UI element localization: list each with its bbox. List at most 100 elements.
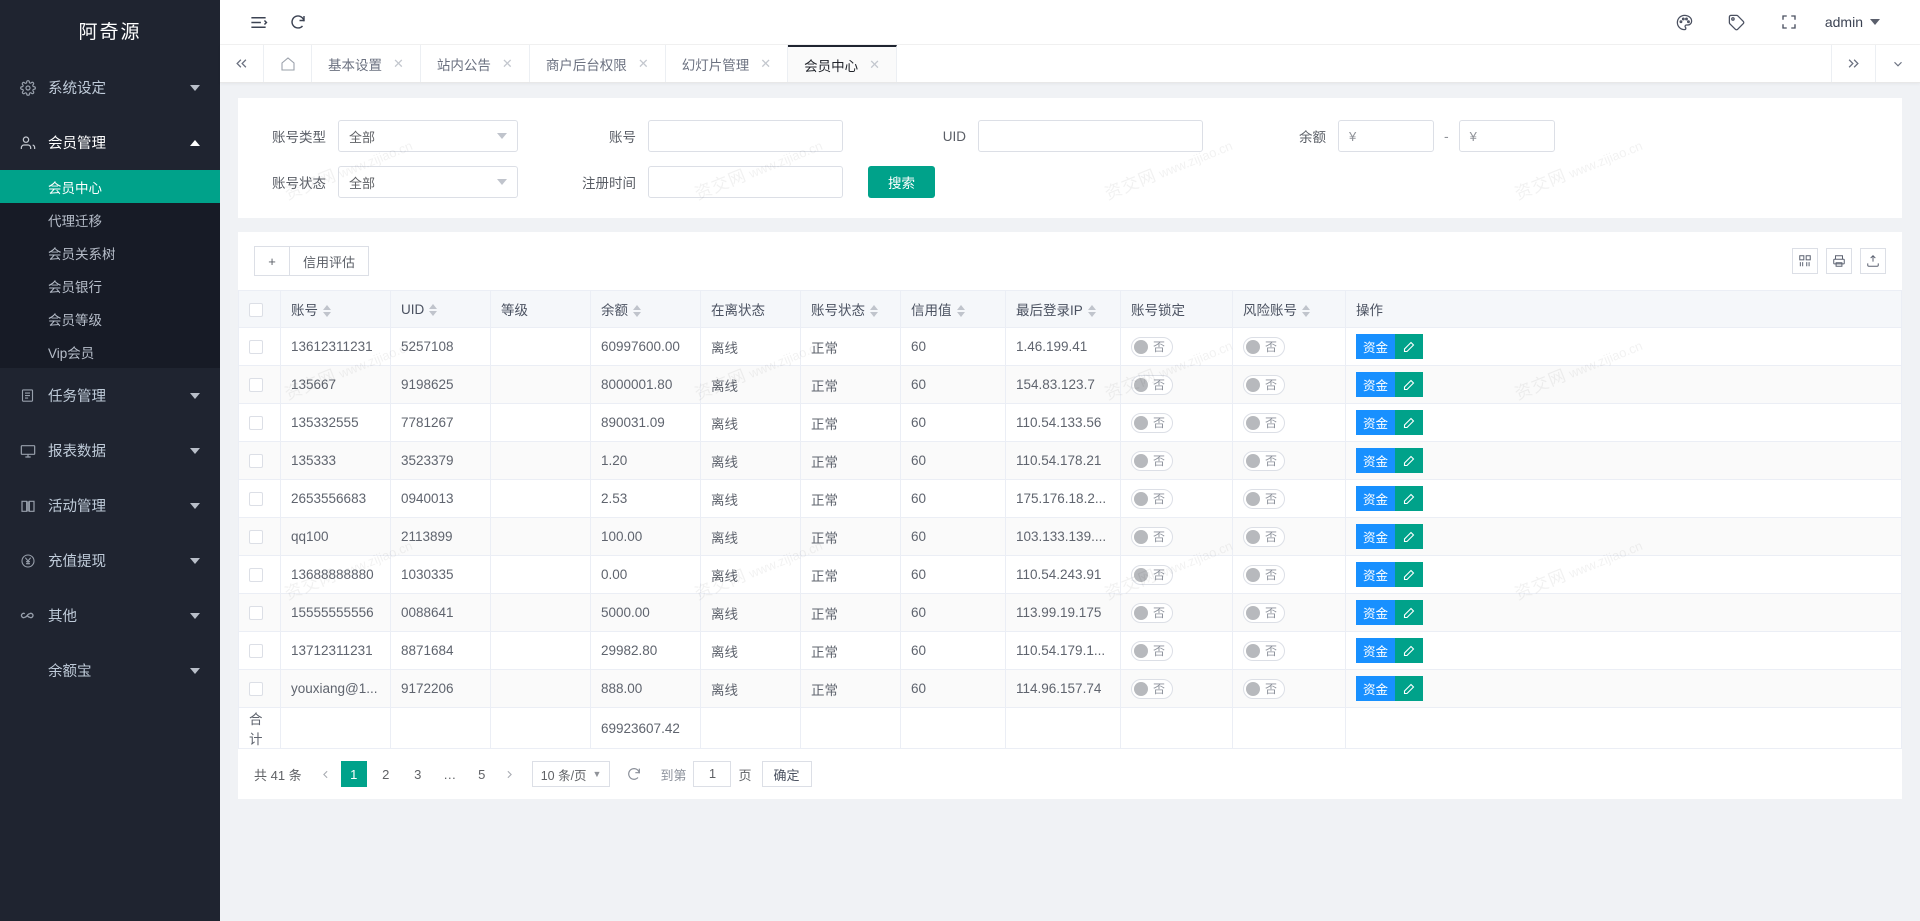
pencil-icon[interactable] bbox=[1395, 410, 1423, 435]
pencil-icon[interactable] bbox=[1395, 562, 1423, 587]
close-icon[interactable]: ✕ bbox=[760, 56, 771, 72]
row-checkbox[interactable] bbox=[249, 454, 263, 468]
pencil-icon[interactable] bbox=[1395, 638, 1423, 663]
menu-fold-icon[interactable] bbox=[238, 0, 278, 45]
select-all-checkbox[interactable] bbox=[249, 303, 263, 317]
chevron-left-icon[interactable] bbox=[314, 761, 338, 787]
printer-icon[interactable] bbox=[1826, 248, 1852, 274]
col-status[interactable]: 账号状态 bbox=[801, 291, 901, 328]
row-checkbox[interactable] bbox=[249, 568, 263, 582]
lock-toggle[interactable]: 否 bbox=[1131, 413, 1173, 433]
tab-basic-settings[interactable]: 基本设置 ✕ bbox=[312, 45, 421, 82]
sort-icon[interactable] bbox=[323, 305, 331, 317]
jump-confirm-button[interactable]: 确定 bbox=[762, 761, 812, 787]
uid-input[interactable] bbox=[978, 120, 1203, 152]
add-button[interactable]: + bbox=[254, 246, 290, 276]
pencil-icon[interactable] bbox=[1395, 524, 1423, 549]
sort-icon[interactable] bbox=[1302, 305, 1310, 317]
sidebar-item-activity-management[interactable]: 活动管理 bbox=[0, 478, 220, 533]
page-5[interactable]: 5 bbox=[469, 761, 495, 787]
reg-time-input[interactable] bbox=[648, 166, 843, 198]
sidebar-item-system-settings[interactable]: 系统设定 bbox=[0, 60, 220, 115]
page-3[interactable]: 3 bbox=[405, 761, 431, 787]
sidebar-item-vip-member[interactable]: Vip会员 bbox=[0, 335, 220, 368]
pencil-icon[interactable] bbox=[1395, 334, 1423, 359]
home-icon[interactable] bbox=[264, 45, 312, 82]
account-type-select[interactable]: 全部 bbox=[338, 120, 518, 152]
tab-slideshow-management[interactable]: 幻灯片管理 ✕ bbox=[666, 45, 788, 82]
row-checkbox[interactable] bbox=[249, 530, 263, 544]
pencil-icon[interactable] bbox=[1395, 676, 1423, 701]
jump-page-input[interactable]: 1 bbox=[693, 761, 731, 787]
sort-icon[interactable] bbox=[957, 305, 965, 317]
fund-button[interactable]: 资金 bbox=[1356, 410, 1395, 435]
pencil-icon[interactable] bbox=[1395, 372, 1423, 397]
close-icon[interactable]: ✕ bbox=[393, 56, 404, 72]
row-checkbox[interactable] bbox=[249, 340, 263, 354]
fund-button[interactable]: 资金 bbox=[1356, 524, 1395, 549]
lock-toggle[interactable]: 否 bbox=[1131, 603, 1173, 623]
lock-toggle[interactable]: 否 bbox=[1131, 641, 1173, 661]
risk-toggle[interactable]: 否 bbox=[1243, 679, 1285, 699]
risk-toggle[interactable]: 否 bbox=[1243, 527, 1285, 547]
lock-toggle[interactable]: 否 bbox=[1131, 527, 1173, 547]
col-account[interactable]: 账号 bbox=[281, 291, 391, 328]
pencil-icon[interactable] bbox=[1395, 486, 1423, 511]
balance-min-input[interactable]: ¥ bbox=[1338, 120, 1434, 152]
risk-toggle[interactable]: 否 bbox=[1243, 603, 1285, 623]
sidebar-item-member-management[interactable]: 会员管理 bbox=[0, 115, 220, 170]
double-right-icon[interactable] bbox=[1832, 45, 1876, 82]
balance-max-input[interactable]: ¥ bbox=[1459, 120, 1555, 152]
lock-toggle[interactable]: 否 bbox=[1131, 337, 1173, 357]
sidebar-item-report-data[interactable]: 报表数据 bbox=[0, 423, 220, 478]
col-credit[interactable]: 信用值 bbox=[901, 291, 1006, 328]
fund-button[interactable]: 资金 bbox=[1356, 600, 1395, 625]
col-uid[interactable]: UID bbox=[391, 291, 491, 328]
sidebar-item-member-level[interactable]: 会员等级 bbox=[0, 302, 220, 335]
row-checkbox[interactable] bbox=[249, 378, 263, 392]
tab-member-center[interactable]: 会员中心 ✕ bbox=[788, 45, 897, 82]
lock-toggle[interactable]: 否 bbox=[1131, 489, 1173, 509]
risk-toggle[interactable]: 否 bbox=[1243, 337, 1285, 357]
lock-toggle[interactable]: 否 bbox=[1131, 679, 1173, 699]
sidebar-item-agent-transfer[interactable]: 代理迁移 bbox=[0, 203, 220, 236]
lock-toggle[interactable]: 否 bbox=[1131, 375, 1173, 395]
row-checkbox[interactable] bbox=[249, 644, 263, 658]
page-2[interactable]: 2 bbox=[373, 761, 399, 787]
col-risk[interactable]: 风险账号 bbox=[1233, 291, 1346, 328]
close-icon[interactable]: ✕ bbox=[869, 57, 880, 73]
sort-icon[interactable] bbox=[429, 304, 437, 316]
search-button[interactable]: 搜索 bbox=[868, 166, 935, 198]
fund-button[interactable]: 资金 bbox=[1356, 448, 1395, 473]
lock-toggle[interactable]: 否 bbox=[1131, 451, 1173, 471]
page-size-select[interactable]: 10 条/页 ▼ bbox=[532, 761, 611, 787]
row-checkbox[interactable] bbox=[249, 606, 263, 620]
row-checkbox[interactable] bbox=[249, 682, 263, 696]
refresh-icon[interactable] bbox=[626, 766, 642, 782]
risk-toggle[interactable]: 否 bbox=[1243, 451, 1285, 471]
sidebar-item-other[interactable]: 其他 bbox=[0, 588, 220, 643]
risk-toggle[interactable]: 否 bbox=[1243, 565, 1285, 585]
user-menu[interactable]: admin bbox=[1815, 14, 1902, 30]
close-icon[interactable]: ✕ bbox=[638, 56, 649, 72]
col-last-ip[interactable]: 最后登录IP bbox=[1006, 291, 1121, 328]
row-checkbox[interactable] bbox=[249, 492, 263, 506]
sidebar-item-recharge-withdraw[interactable]: 充值提现 bbox=[0, 533, 220, 588]
double-left-icon[interactable] bbox=[220, 45, 264, 82]
sidebar-item-member-tree[interactable]: 会员关系树 bbox=[0, 236, 220, 269]
fullscreen-icon[interactable] bbox=[1763, 0, 1815, 45]
risk-toggle[interactable]: 否 bbox=[1243, 375, 1285, 395]
row-checkbox[interactable] bbox=[249, 416, 263, 430]
chevron-down-icon[interactable] bbox=[1876, 45, 1920, 82]
page-1[interactable]: 1 bbox=[341, 761, 367, 787]
chevron-right-icon[interactable] bbox=[498, 761, 522, 787]
fund-button[interactable]: 资金 bbox=[1356, 638, 1395, 663]
page-ellipsis[interactable]: … bbox=[437, 761, 463, 787]
risk-toggle[interactable]: 否 bbox=[1243, 641, 1285, 661]
sort-icon[interactable] bbox=[633, 305, 641, 317]
lock-toggle[interactable]: 否 bbox=[1131, 565, 1173, 585]
account-input[interactable] bbox=[648, 120, 843, 152]
sidebar-item-member-bank[interactable]: 会员银行 bbox=[0, 269, 220, 302]
account-status-select[interactable]: 全部 bbox=[338, 166, 518, 198]
sort-icon[interactable] bbox=[870, 305, 878, 317]
